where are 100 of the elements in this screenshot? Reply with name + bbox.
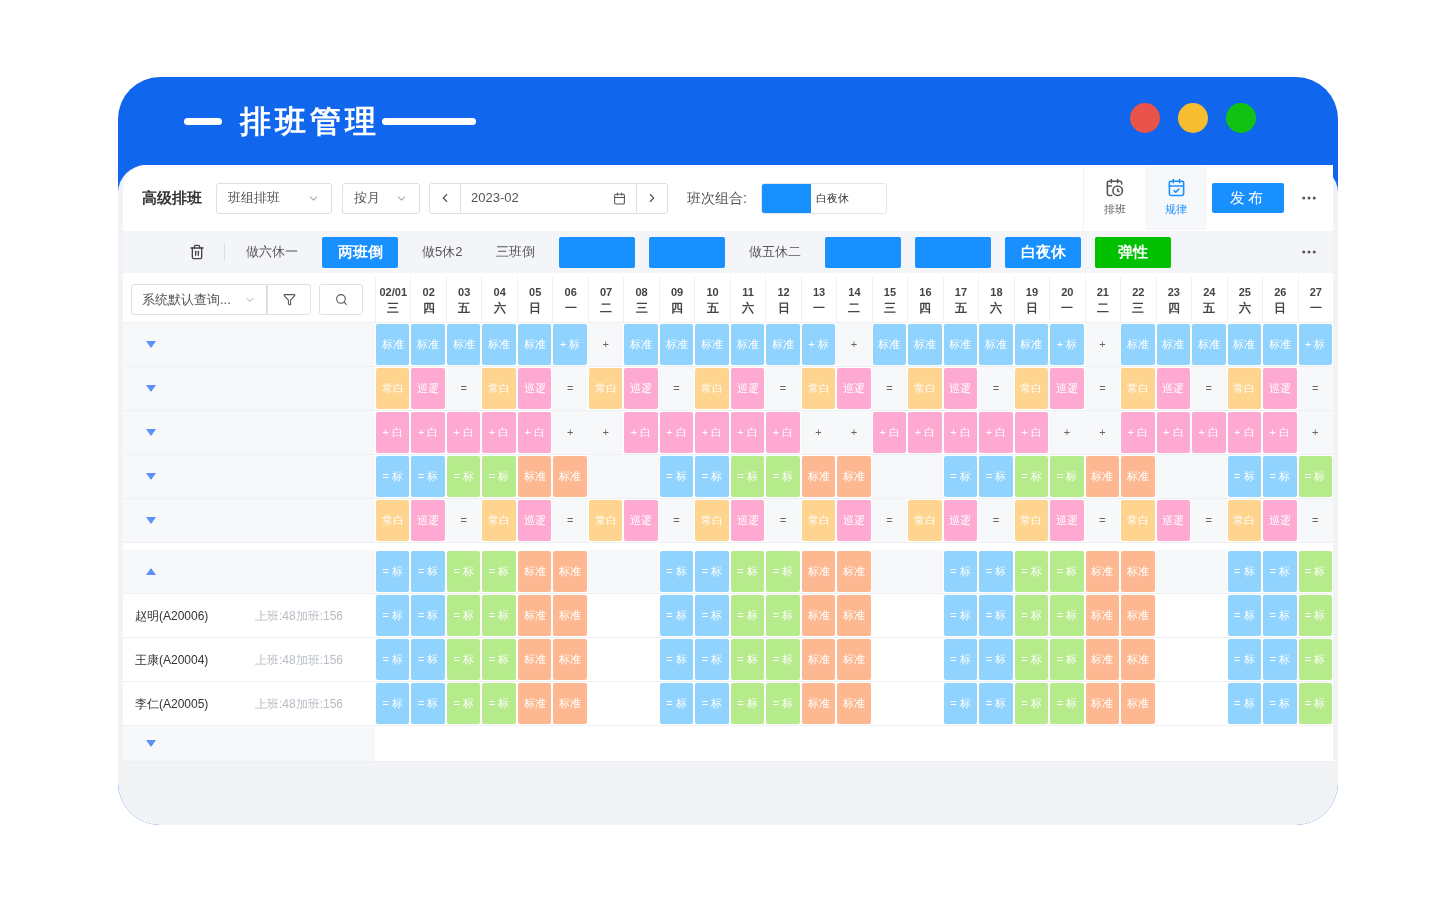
shift-cell[interactable]: 标准 <box>943 324 978 365</box>
shift-cell[interactable]: = 标 <box>411 683 445 724</box>
shift-cell[interactable]: = 标 <box>766 639 800 680</box>
shift-cell[interactable]: = 标 <box>695 456 729 497</box>
shift-cell[interactable]: = 标 <box>695 683 729 724</box>
shift-cell[interactable]: = 标 <box>482 551 516 592</box>
shift-cell[interactable]: 标准 <box>801 595 836 636</box>
shift-cell[interactable]: = 标 <box>766 551 800 592</box>
shift-cell[interactable]: + 白 <box>517 412 552 453</box>
shift-cell[interactable]: = 标 <box>979 551 1013 592</box>
shift-cell[interactable]: 巡逻 <box>730 368 765 409</box>
shift-cell[interactable]: 标准 <box>1085 551 1120 592</box>
shift-cell[interactable]: 标准 <box>837 595 871 636</box>
shift-cell[interactable]: + 白 <box>1263 412 1297 453</box>
empty-cell[interactable]: + <box>1049 411 1085 454</box>
shift-cell[interactable]: = 标 <box>411 639 445 680</box>
shift-cell[interactable]: 标准 <box>801 456 836 497</box>
shift-cell[interactable]: 常白 <box>482 500 516 541</box>
shift-cell[interactable]: = 标 <box>1050 551 1084 592</box>
shift-cell[interactable]: 巡逻 <box>411 368 445 409</box>
shift-cell[interactable]: 标准 <box>1263 324 1297 365</box>
shift-cell[interactable]: = 标 <box>766 456 800 497</box>
shift-cell[interactable]: 标准 <box>695 324 729 365</box>
shift-cell[interactable]: 常白 <box>1121 500 1155 541</box>
empty-cell[interactable]: = <box>658 367 695 410</box>
shift-cell[interactable]: = 标 <box>1014 595 1049 636</box>
shift-cell[interactable]: 标准 <box>553 683 587 724</box>
shift-cell[interactable]: = 标 <box>659 551 694 592</box>
shift-cell[interactable]: 标准 <box>837 551 871 592</box>
shift-cell[interactable]: = 标 <box>482 456 516 497</box>
shift-cell[interactable]: 标准 <box>411 324 445 365</box>
shift-cell[interactable]: 标准 <box>517 324 552 365</box>
shift-cell[interactable]: = 标 <box>943 551 978 592</box>
shift-cell[interactable]: + 标 <box>801 324 836 365</box>
pattern-option[interactable]: 做五休二 <box>732 236 819 268</box>
shift-cell[interactable]: 巡逻 <box>624 500 658 541</box>
shift-cell[interactable]: + 白 <box>908 412 942 453</box>
shift-cell[interactable]: = 标 <box>943 595 978 636</box>
shift-cell[interactable]: 标准 <box>837 639 871 680</box>
shift-cell[interactable]: = 标 <box>1050 639 1084 680</box>
shift-cell[interactable]: + 白 <box>695 412 729 453</box>
shift-cell[interactable]: 标准 <box>908 324 942 365</box>
shift-cell[interactable]: = 标 <box>695 639 729 680</box>
shift-cell[interactable]: 标准 <box>517 639 552 680</box>
shift-cell[interactable]: 标准 <box>624 324 658 365</box>
shift-cell[interactable]: 标准 <box>482 324 516 365</box>
empty-cell[interactable] <box>907 455 943 498</box>
shift-cell[interactable]: 标准 <box>979 324 1013 365</box>
shift-cell[interactable]: 标准 <box>1227 324 1262 365</box>
shift-cell[interactable]: 常白 <box>695 500 729 541</box>
shift-cell[interactable]: = 标 <box>730 551 765 592</box>
shift-cell[interactable]: = 标 <box>1050 595 1084 636</box>
shift-cell[interactable]: + 白 <box>872 412 907 453</box>
toolbar-tab[interactable]: 规律 <box>1145 166 1207 230</box>
pattern-button[interactable]: 弹性 <box>1095 236 1172 268</box>
empty-cell[interactable]: + <box>587 411 624 454</box>
empty-cell[interactable]: = <box>978 367 1014 410</box>
pattern-button[interactable] <box>825 236 902 268</box>
shift-cell[interactable]: = 标 <box>1298 683 1332 724</box>
shift-cell[interactable]: = 标 <box>376 551 410 592</box>
caret-down-icon[interactable] <box>146 740 156 747</box>
pattern-button[interactable]: 白夜休 <box>1005 236 1082 268</box>
shift-cell[interactable]: 标准 <box>1085 595 1120 636</box>
shift-cell[interactable]: = 标 <box>1050 683 1084 724</box>
shift-cell[interactable]: = 标 <box>376 683 410 724</box>
empty-cell[interactable] <box>907 550 943 593</box>
shift-cell[interactable]: 标准 <box>1121 324 1155 365</box>
shift-cell[interactable]: + 白 <box>1014 412 1049 453</box>
shift-cell[interactable]: = 标 <box>979 639 1013 680</box>
shift-cell[interactable]: 标准 <box>872 324 907 365</box>
empty-cell[interactable] <box>1155 455 1192 498</box>
shift-cell[interactable]: + 标 <box>1050 324 1084 365</box>
shift-cell[interactable]: = 标 <box>446 639 481 680</box>
shift-cell[interactable]: = 标 <box>943 683 978 724</box>
shift-cell[interactable]: 常白 <box>1227 368 1262 409</box>
shift-cell[interactable]: = 标 <box>411 456 445 497</box>
shift-cell[interactable]: = 标 <box>1263 639 1297 680</box>
empty-cell[interactable] <box>871 550 908 593</box>
shift-cell[interactable]: 巡逻 <box>411 500 445 541</box>
shift-cell[interactable]: = 标 <box>1227 683 1262 724</box>
shift-cell[interactable]: 标准 <box>659 324 694 365</box>
previous-button[interactable] <box>429 182 461 214</box>
shift-cell[interactable]: + 白 <box>979 412 1013 453</box>
shift-cell[interactable]: = 标 <box>730 639 765 680</box>
shift-cell[interactable]: + 白 <box>624 412 658 453</box>
shift-cell[interactable]: + 白 <box>1192 412 1226 453</box>
shift-cell[interactable]: = 标 <box>695 595 729 636</box>
shift-cell[interactable]: 标准 <box>553 456 587 497</box>
shift-cell[interactable]: + 白 <box>376 412 410 453</box>
shift-cell[interactable]: = 标 <box>446 595 481 636</box>
shift-cell[interactable]: 标准 <box>1121 551 1155 592</box>
empty-cell[interactable]: = <box>765 499 801 542</box>
pattern-button[interactable]: 两班倒 <box>322 236 398 268</box>
empty-cell[interactable]: + <box>1084 411 1121 454</box>
empty-cell[interactable]: = <box>1297 367 1333 410</box>
empty-cell[interactable]: = <box>552 499 588 542</box>
date-field[interactable]: 2023-02 <box>461 182 636 214</box>
shift-cell[interactable]: = 标 <box>1014 456 1049 497</box>
shift-cell[interactable]: = 标 <box>730 683 765 724</box>
caret-down-icon[interactable] <box>146 341 156 348</box>
